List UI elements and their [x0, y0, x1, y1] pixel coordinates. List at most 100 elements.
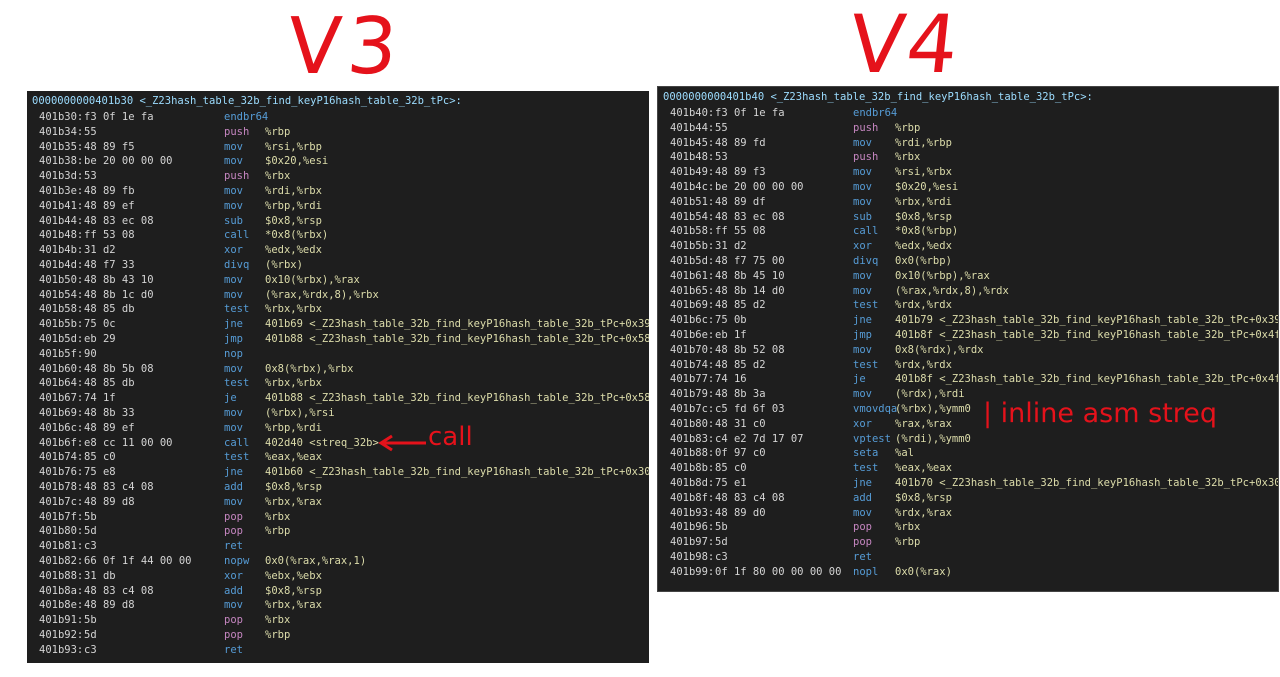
instruction-address: 401b5b:	[670, 240, 715, 253]
instruction-address: 401b80:	[670, 417, 715, 430]
instruction-mnemonic: ret	[224, 643, 243, 656]
instruction-mnemonic: je	[224, 392, 237, 405]
instruction-bytes: 48 83 c4 08	[84, 481, 154, 493]
instruction-bytes: 48 8b 5b 08	[84, 362, 154, 375]
instruction-bytes: 48 f7 33	[84, 259, 135, 271]
instruction-address: 401b6c:	[39, 421, 84, 434]
instruction-bytes: 5d	[84, 629, 97, 641]
instruction-address: 401b4c:	[670, 181, 715, 193]
instruction-operands: %edx,%edx	[265, 244, 322, 257]
instruction-address: 401b51:	[670, 195, 715, 208]
instruction-bytes: 48 89 fb	[84, 185, 135, 197]
instruction-address: 401b76:	[39, 466, 84, 479]
instruction-bytes: 75 0b	[715, 314, 747, 327]
instruction-mnemonic: pop	[224, 629, 243, 641]
instruction-address: 401b58:	[39, 303, 84, 316]
instruction-mnemonic: sub	[224, 214, 243, 227]
instruction-operands: %rbp,%rdi	[265, 199, 322, 212]
instruction-bytes: 53	[715, 151, 728, 164]
instruction-mnemonic: test	[853, 358, 879, 371]
instruction-bytes: 31 d2	[84, 244, 116, 257]
instruction-operands: %rbx,%rax	[265, 599, 322, 612]
instruction-bytes: 48 31 c0	[715, 417, 766, 430]
instruction-operands: %rsi,%rbp	[265, 140, 322, 153]
instruction-mnemonic: xor	[224, 244, 243, 257]
instruction-address: 401b40:	[670, 107, 715, 119]
instruction-bytes: 5b	[84, 510, 97, 523]
instruction-bytes: 48 89 d8	[84, 495, 135, 508]
instruction-operands: (%rbx),%ymm0	[895, 403, 971, 415]
instruction-bytes: be 20 00 00 00	[715, 181, 804, 193]
instruction-bytes: be 20 00 00 00	[84, 155, 173, 168]
instruction-operands: %rbx	[895, 521, 921, 534]
instruction-mnemonic: xor	[224, 569, 243, 582]
instruction-mnemonic: nopw	[224, 555, 250, 567]
instruction-address: 401b74:	[670, 358, 715, 371]
instruction-operands: 401b88 <_Z23hash_table_32b_find_keyP16ha…	[265, 392, 649, 405]
instruction-mnemonic: mov	[224, 140, 243, 153]
instruction-operands: (%rax,%rdx,8),%rbx	[265, 288, 379, 301]
instruction-mnemonic: pop	[224, 525, 243, 538]
instruction-mnemonic: mov	[224, 421, 243, 434]
instruction-mnemonic: jmp	[224, 333, 243, 345]
instruction-bytes: 48 83 ec 08	[715, 210, 785, 223]
instruction-address: 401b30:	[39, 111, 84, 123]
instruction-address: 401b88:	[670, 447, 715, 460]
instruction-address: 401b7f:	[39, 510, 84, 523]
instruction-operands: $0x20,%esi	[895, 181, 959, 193]
instruction-mnemonic: pop	[224, 614, 243, 627]
instruction-mnemonic: add	[853, 491, 872, 504]
instruction-mnemonic: mov	[853, 343, 872, 356]
instruction-bytes: c3	[84, 540, 97, 553]
instruction-mnemonic: pop	[853, 521, 872, 534]
instruction-mnemonic: mov	[853, 388, 872, 401]
instruction-address: 401b82:	[39, 555, 84, 567]
instruction-mnemonic: mov	[853, 506, 872, 519]
instruction-bytes: 0f 97 c0	[715, 447, 766, 460]
instruction-operands: 0x0(%rbp)	[895, 255, 952, 267]
instruction-mnemonic: add	[224, 481, 243, 493]
instruction-bytes: 48 89 f3	[715, 166, 766, 179]
instruction-operands: %rbx	[265, 614, 291, 627]
instruction-mnemonic: mov	[224, 599, 243, 612]
instruction-bytes: 75 e1	[715, 477, 747, 489]
instruction-operands: 402d40 <streq_32b>	[265, 436, 379, 449]
instruction-address: 401b54:	[39, 288, 84, 301]
instruction-operands: %rbp	[895, 121, 921, 134]
instruction-operands: 401b79 <_Z23hash_table_32b_find_keyP16ha…	[895, 314, 1279, 327]
v3-function-header: 0000000000401b30 <_Z23hash_table_32b_fin…	[32, 95, 462, 107]
instruction-bytes: 5d	[715, 536, 728, 549]
instruction-address: 401b6c:	[670, 314, 715, 327]
instruction-address: 401b6f:	[39, 436, 84, 449]
instruction-mnemonic: call	[853, 225, 879, 238]
v3-disassembly-panel: 0000000000401b30 <_Z23hash_table_32b_fin…	[27, 91, 649, 663]
instruction-bytes: 48 85 d2	[715, 358, 766, 371]
instruction-address: 401b54:	[670, 210, 715, 223]
instruction-bytes: 5b	[84, 614, 97, 627]
instruction-bytes: eb 1f	[715, 329, 747, 341]
instruction-address: 401b50:	[39, 273, 84, 286]
instruction-address: 401b58:	[670, 225, 715, 238]
instruction-address: 401b99:	[670, 565, 715, 578]
instruction-bytes: c3	[84, 643, 97, 656]
instruction-operands: (%rbx)	[265, 259, 303, 271]
instruction-bytes: 5d	[84, 525, 97, 538]
instruction-address: 401b41:	[39, 199, 84, 212]
instruction-bytes: e8 cc 11 00 00	[84, 436, 173, 449]
instruction-operands: 401b60 <_Z23hash_table_32b_find_keyP16ha…	[265, 466, 649, 479]
instruction-mnemonic: mov	[853, 166, 872, 179]
instruction-mnemonic: test	[224, 451, 250, 464]
instruction-mnemonic: jne	[853, 477, 872, 489]
instruction-address: 401b67:	[39, 392, 84, 405]
v3-handwritten-label: V3	[284, 2, 407, 92]
instruction-mnemonic: xor	[853, 417, 872, 430]
instruction-operands: (%rdi),%ymm0	[895, 432, 971, 445]
instruction-mnemonic: mov	[224, 273, 243, 286]
instruction-bytes: 75 0c	[84, 318, 116, 331]
instruction-address: 401b8b:	[670, 462, 715, 475]
instruction-address: 401b4b:	[39, 244, 84, 257]
instruction-bytes: f3 0f 1e fa	[84, 111, 154, 123]
instruction-mnemonic: mov	[224, 185, 243, 197]
instruction-mnemonic: mov	[224, 155, 243, 168]
instruction-operands: 401b70 <_Z23hash_table_32b_find_keyP16ha…	[895, 477, 1279, 489]
